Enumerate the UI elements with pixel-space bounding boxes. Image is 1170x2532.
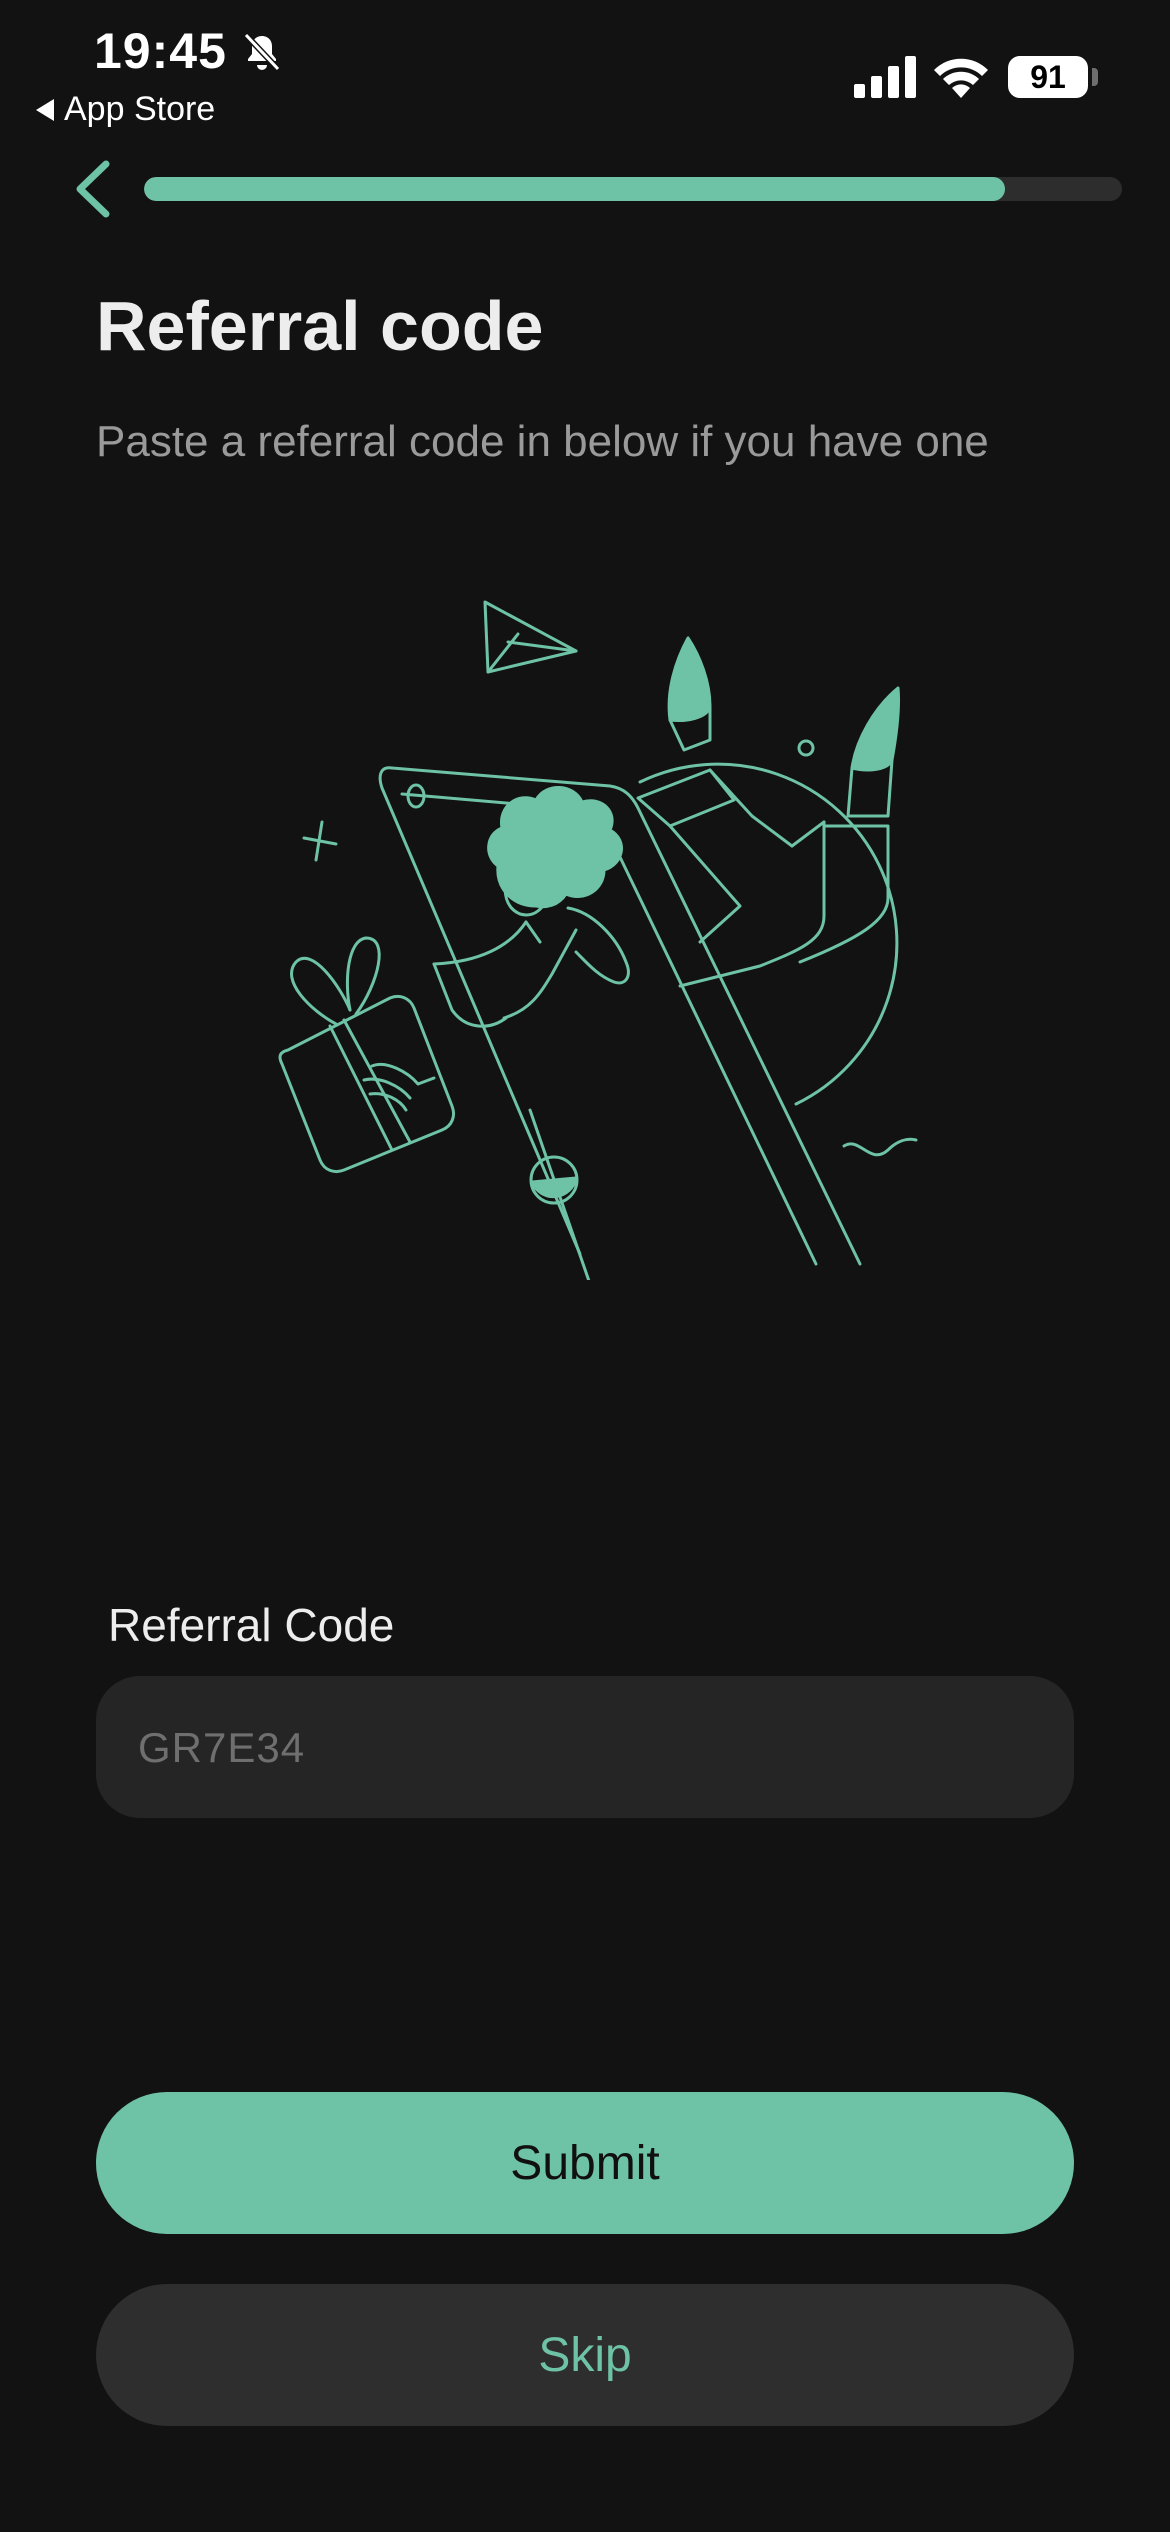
status-bar: 19:45 App Store 91: [0, 0, 1170, 140]
back-app-label: App Store: [64, 90, 216, 128]
wifi-icon: [934, 58, 988, 98]
referral-code-label: Referral Code: [108, 1599, 395, 1651]
page-subtitle: Paste a referral code in below if you ha…: [96, 417, 989, 466]
page-title: Referral code: [96, 287, 544, 365]
bell-slash-icon: [243, 32, 281, 72]
battery-cap: [1092, 68, 1098, 86]
cellular-signal-icon: [854, 56, 916, 98]
progress-fill: [144, 177, 1005, 201]
back-to-app-store-link[interactable]: App Store: [36, 90, 215, 129]
referral-code-input[interactable]: [136, 1676, 1038, 1820]
skip-button[interactable]: Skip: [96, 2284, 1074, 2426]
submit-button[interactable]: Submit: [96, 2092, 1074, 2234]
referral-code-field-container: [96, 1676, 1074, 1820]
battery-level: 91: [1030, 58, 1066, 95]
onboarding-progress-bar: [144, 177, 1122, 201]
back-triangle-icon: [36, 98, 54, 121]
chevron-left-icon[interactable]: [70, 158, 120, 220]
battery-icon: 91: [1008, 56, 1088, 98]
gift-delivery-illustration: [278, 600, 918, 1280]
status-time: 19:45: [94, 23, 227, 79]
